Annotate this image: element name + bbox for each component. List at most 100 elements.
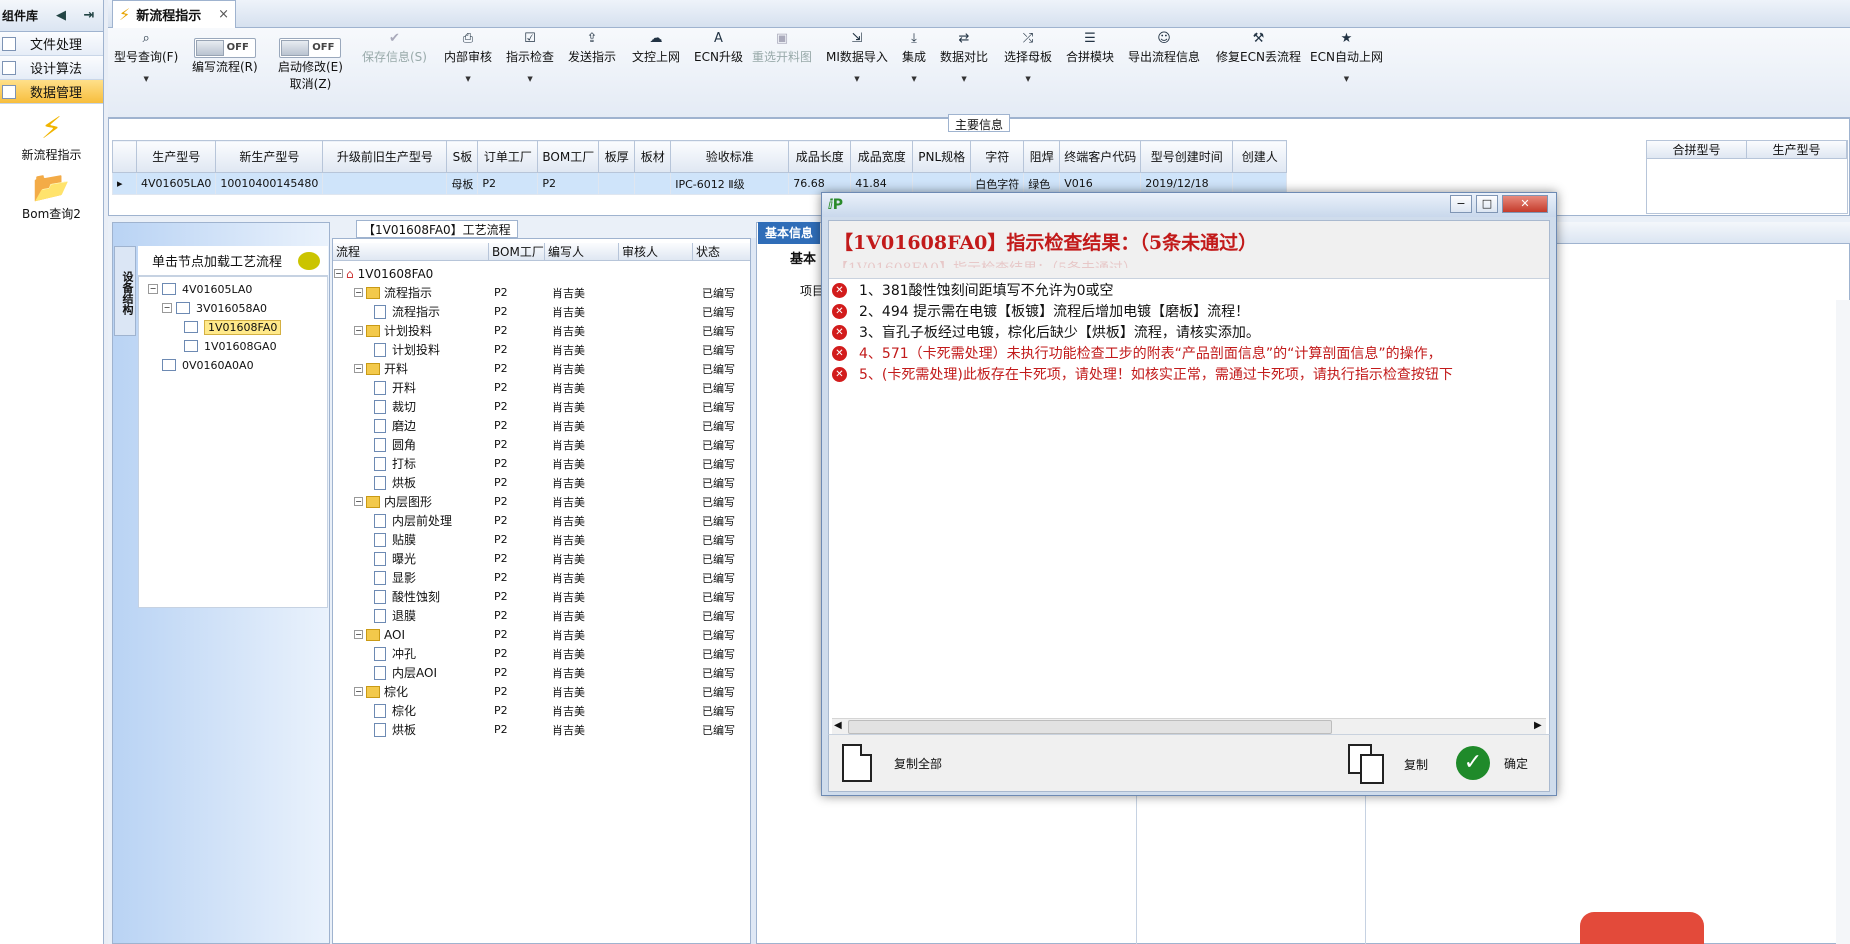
process-row[interactable]: − 内层图形 P2 肖吉美 已编写 xyxy=(334,492,750,511)
column-header[interactable]: 状态 xyxy=(693,243,749,260)
collapse-icon[interactable]: − xyxy=(162,303,172,313)
internal-review-button[interactable]: ⎙ 内部审核 ▼ xyxy=(444,32,492,84)
grid-cell[interactable]: P2 xyxy=(537,172,600,195)
reselect-cut-chart-button[interactable]: ▣ 重选开料图 xyxy=(752,32,812,65)
column-header[interactable]: 新生产型号 xyxy=(215,140,324,173)
scroll-left-icon[interactable]: ◀ xyxy=(834,720,842,731)
dropdown-arrow-icon[interactable]: ▼ xyxy=(940,75,988,83)
column-header[interactable]: 成品长度 xyxy=(788,140,852,173)
edit-flow-toggle[interactable]: OFF xyxy=(193,38,256,58)
tree-node[interactable]: 0V0160A0A0 xyxy=(162,356,254,374)
process-row[interactable]: 内层前处理 P2 肖吉美 已编写 xyxy=(334,511,750,530)
error-item[interactable]: ✕ 4、571（卡死需处理）未执行功能检查工步的附表“产品剖面信息”的“计算剖面信… xyxy=(832,343,1548,363)
process-row[interactable]: 圆角 P2 肖吉美 已编写 xyxy=(334,435,750,454)
process-root-row[interactable]: − ⌂ 1V01608FA0 xyxy=(334,264,750,283)
column-header[interactable]: 生产型号 xyxy=(1747,141,1847,158)
process-row[interactable]: 开料 P2 肖吉美 已编写 xyxy=(334,378,750,397)
grid-cell[interactable]: P2 xyxy=(477,172,539,195)
grid-cell[interactable]: 4V01605LA0 xyxy=(135,172,217,195)
copy-all-button[interactable]: 复制全部 xyxy=(842,744,942,782)
send-indicator-button[interactable]: ⇪ 发送指示 xyxy=(568,32,616,65)
nav-item-file-processing[interactable]: 文件处理 xyxy=(0,32,103,56)
dropdown-arrow-icon[interactable]: ▼ xyxy=(1004,75,1052,83)
column-header[interactable]: 型号创建时间 xyxy=(1140,140,1234,173)
column-header[interactable]: 创建人 xyxy=(1232,140,1288,173)
dialog-title-bar[interactable] xyxy=(822,193,1556,217)
new-flow-indicator-shortcut[interactable]: ⚡ 新流程指示 xyxy=(0,104,103,163)
column-header[interactable]: 审核人 xyxy=(619,243,693,260)
scrollbar-thumb[interactable] xyxy=(848,720,1332,734)
model-query-button[interactable]: ⌕ 型号查询(F) ▼ xyxy=(114,32,178,84)
column-header[interactable]: BOM工厂 xyxy=(537,140,600,173)
data-compare-button[interactable]: ⇄ 数据对比 ▼ xyxy=(940,32,988,84)
process-row[interactable]: 退膜 P2 肖吉美 已编写 xyxy=(334,606,750,625)
column-header[interactable]: 订单工厂 xyxy=(477,140,539,173)
error-item[interactable]: ✕ 1、381酸性蚀刻间距填写不允许为0或空 xyxy=(832,280,1548,300)
column-header[interactable]: 阻焊 xyxy=(1023,140,1061,173)
column-header[interactable]: 板厚 xyxy=(598,140,636,173)
process-row[interactable]: 磨边 P2 肖吉美 已编写 xyxy=(334,416,750,435)
grid-cell[interactable] xyxy=(598,172,636,195)
dropdown-arrow-icon[interactable]: ▼ xyxy=(902,75,926,83)
repair-ecn-lost-flow-button[interactable]: ⚒ 修复ECN丢流程 xyxy=(1216,32,1301,65)
mi-import-button[interactable]: ⇲ MI数据导入 ▼ xyxy=(826,32,888,84)
minimize-button[interactable]: − xyxy=(1450,195,1472,213)
aggregate-button[interactable]: ⤓ 集成 ▼ xyxy=(902,32,926,84)
dropdown-arrow-icon[interactable]: ▼ xyxy=(1310,75,1383,83)
file-control-upload-button[interactable]: ☁ 文控上网 xyxy=(632,32,680,65)
process-row[interactable]: 裁切 P2 肖吉美 已编写 xyxy=(334,397,750,416)
vertical-tab-structure[interactable]: 设备结构 xyxy=(114,246,136,336)
column-header[interactable]: 生产型号 xyxy=(135,140,217,173)
select-master-button[interactable]: ⤮ 选择母板 ▼ xyxy=(1004,32,1052,84)
process-row[interactable]: − 流程指示 P2 肖吉美 已编写 xyxy=(334,283,750,302)
process-row[interactable]: 冲孔 P2 肖吉美 已编写 xyxy=(334,644,750,663)
grid-cell[interactable]: 10010400145480 xyxy=(215,172,324,195)
collapse-left-icon[interactable]: ◀ xyxy=(47,8,75,23)
process-row[interactable]: 打标 P2 肖吉美 已编写 xyxy=(334,454,750,473)
column-header[interactable]: 编写人 xyxy=(545,243,619,260)
process-row[interactable]: 酸性蚀刻 P2 肖吉美 已编写 xyxy=(334,587,750,606)
process-row[interactable]: − 开料 P2 肖吉美 已编写 xyxy=(334,359,750,378)
error-item[interactable]: ✕ 2、494 提示需在电镀【板镀】流程后增加电镀【磨板】流程！ xyxy=(832,301,1548,321)
process-row[interactable]: 内层AOI P2 肖吉美 已编写 xyxy=(334,663,750,682)
tree-node[interactable]: − 4V01605LA0 xyxy=(148,280,252,298)
process-row[interactable]: − 计划投料 P2 肖吉美 已编写 xyxy=(334,321,750,340)
error-item[interactable]: ✕ 3、盲孔子板经过电镀，棕化后缺少【烘板】流程，请核实添加。 xyxy=(832,322,1548,342)
confirm-button[interactable]: ✓ 确定 xyxy=(1456,746,1528,780)
process-row[interactable]: 显影 P2 肖吉美 已编写 xyxy=(334,568,750,587)
process-row[interactable]: 曝光 P2 肖吉美 已编写 xyxy=(334,549,750,568)
dropdown-arrow-icon[interactable]: ▼ xyxy=(826,75,888,83)
ecn-auto-upload-button[interactable]: ★ ECN自动上网 ▼ xyxy=(1310,32,1383,84)
process-row[interactable]: 烘板 P2 肖吉美 已编写 xyxy=(334,473,750,492)
column-header[interactable]: 板材 xyxy=(634,140,672,173)
column-header[interactable]: 字符 xyxy=(970,140,1025,173)
maximize-button[interactable]: □ xyxy=(1476,195,1498,213)
process-row[interactable]: 计划投料 P2 肖吉美 已编写 xyxy=(334,340,750,359)
row-indicator[interactable]: ▸ xyxy=(112,172,137,195)
column-header[interactable]: S板 xyxy=(446,140,479,173)
process-row[interactable]: − AOI P2 肖吉美 已编写 xyxy=(334,625,750,644)
indicator-check-button[interactable]: ☑ 指示检查 ▼ xyxy=(506,32,554,84)
process-row[interactable]: 烘板 P2 肖吉美 已编写 xyxy=(334,720,750,739)
dropdown-arrow-icon[interactable]: ▼ xyxy=(506,75,554,83)
dropdown-arrow-icon[interactable]: ▼ xyxy=(444,75,492,83)
process-row[interactable]: 流程指示 P2 肖吉美 已编写 xyxy=(334,302,750,321)
grid-cell[interactable] xyxy=(322,172,448,195)
dropdown-arrow-icon[interactable]: ▼ xyxy=(114,75,178,83)
column-header[interactable]: 验收标准 xyxy=(670,140,790,173)
nav-item-design-algorithm[interactable]: 设计算法 xyxy=(0,56,103,80)
export-flow-info-button[interactable]: ☺ 导出流程信息 xyxy=(1128,32,1200,65)
tab-basic-info[interactable]: 基本信息 xyxy=(758,222,820,244)
column-header[interactable]: 合拼型号 xyxy=(1647,141,1747,158)
grid-cell[interactable]: IPC-6012 Ⅱ级 xyxy=(670,172,790,195)
tree-node[interactable]: 1V01608GA0 xyxy=(184,337,277,355)
pin-icon[interactable]: ⇥ xyxy=(75,8,103,23)
collapse-icon[interactable]: − xyxy=(148,284,158,294)
collapse-icon[interactable]: − xyxy=(354,497,363,506)
collapse-icon[interactable]: − xyxy=(354,364,363,373)
nav-item-data-management[interactable]: 数据管理 xyxy=(0,80,103,104)
start-modify-toggle[interactable]: OFF xyxy=(279,38,342,58)
column-header[interactable]: 流程 xyxy=(333,243,489,260)
close-tab-icon[interactable]: × xyxy=(218,7,229,22)
process-row[interactable]: 棕化 P2 肖吉美 已编写 xyxy=(334,701,750,720)
